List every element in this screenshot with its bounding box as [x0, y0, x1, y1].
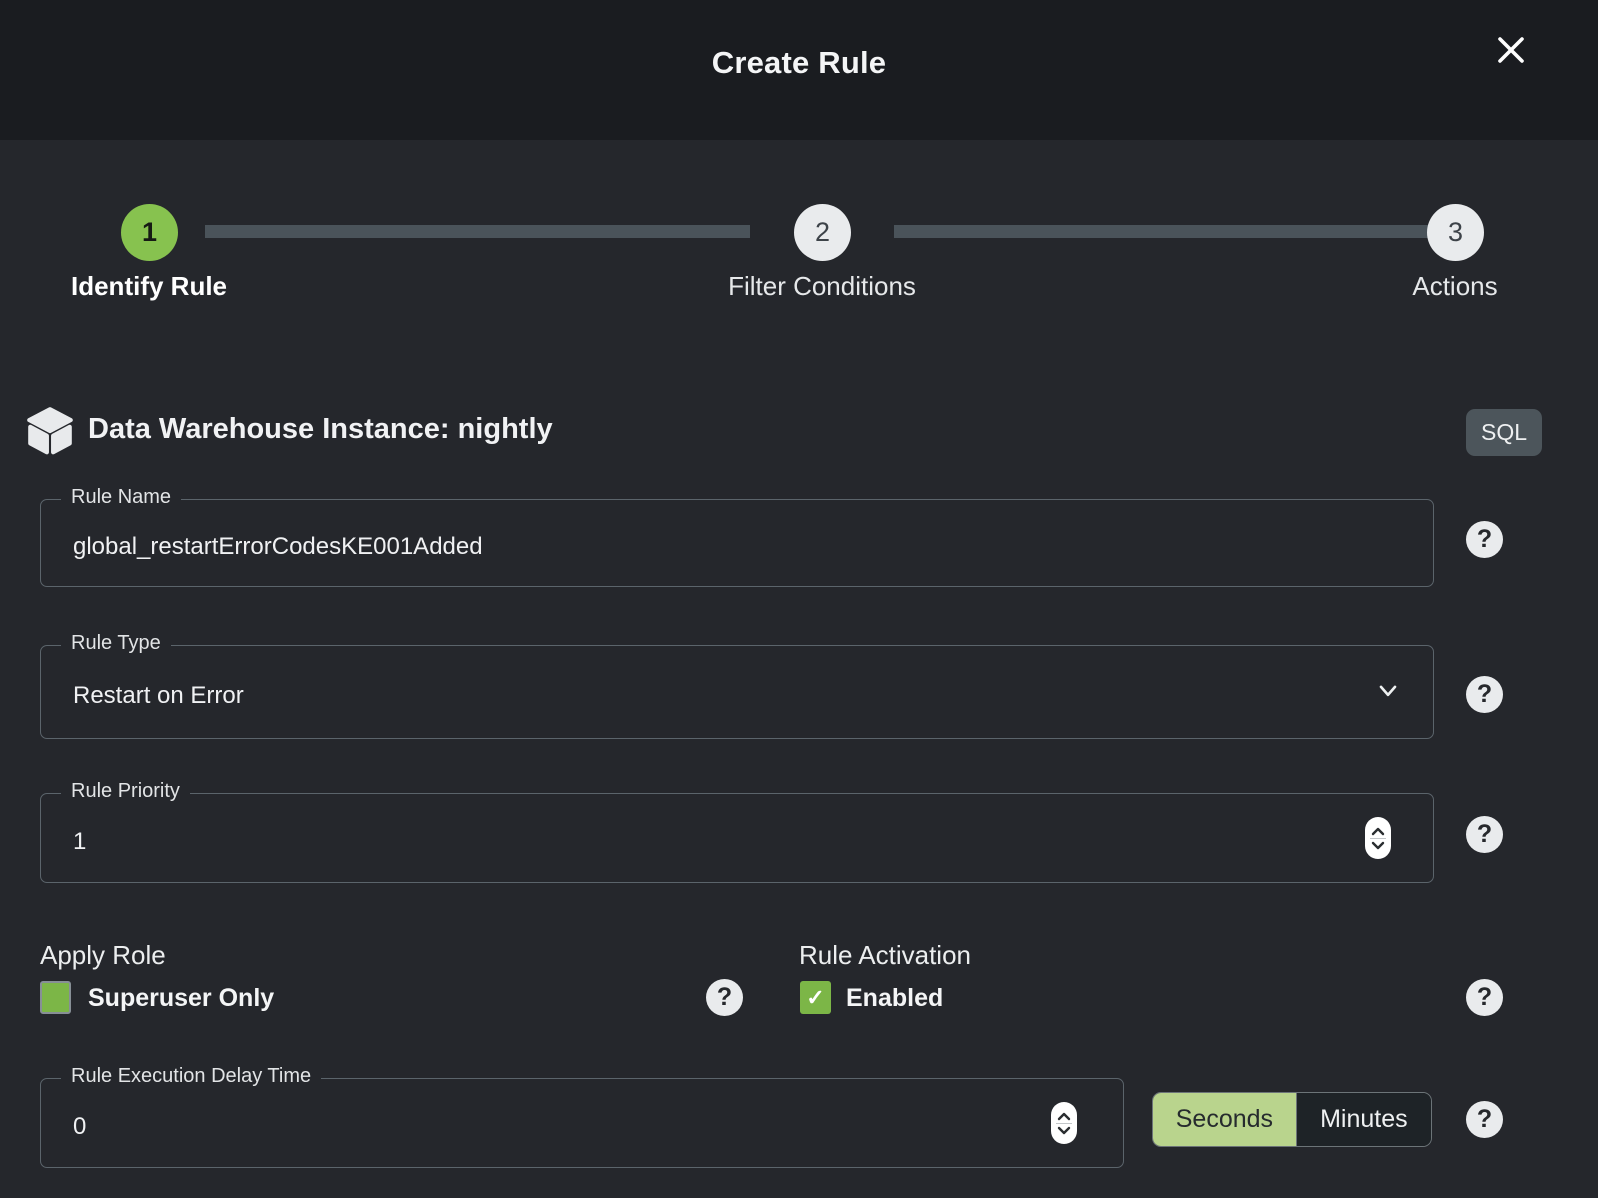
rule-activation-label: Rule Activation — [799, 940, 971, 971]
rule-type-label: Rule Type — [61, 632, 171, 655]
step-connector-1 — [205, 225, 750, 238]
step-2-circle[interactable]: 2 — [794, 204, 851, 261]
delay-time-label: Rule Execution Delay Time — [61, 1065, 321, 1088]
rule-priority-help-icon[interactable]: ? — [1466, 816, 1503, 853]
apply-role-label: Apply Role — [40, 940, 166, 971]
step-3-label: Actions — [1412, 271, 1497, 302]
stepper-up-icon — [1370, 826, 1386, 836]
check-icon: ✓ — [806, 987, 824, 1009]
delay-time-help-icon[interactable]: ? — [1466, 1101, 1503, 1138]
unit-minutes-button[interactable]: Minutes — [1296, 1093, 1431, 1146]
rule-name-label: Rule Name — [61, 486, 181, 509]
rule-name-input[interactable] — [41, 508, 1433, 586]
rule-type-value: Restart on Error — [41, 654, 1433, 738]
delay-time-input[interactable] — [41, 1087, 1123, 1167]
rule-type-help-icon[interactable]: ? — [1466, 676, 1503, 713]
create-rule-modal: Create Rule 1 Identify Rule 2 Filter Con… — [0, 0, 1598, 1198]
rule-activation-help-icon[interactable]: ? — [1466, 979, 1503, 1016]
step-1-circle[interactable]: 1 — [121, 204, 178, 261]
step-2-label: Filter Conditions — [728, 271, 916, 302]
rule-name-help-icon[interactable]: ? — [1466, 521, 1503, 558]
rule-priority-input[interactable] — [41, 802, 1433, 882]
rule-activation-option-label: Enabled — [846, 984, 943, 1013]
modal-header: Create Rule — [0, 0, 1598, 140]
rule-priority-label: Rule Priority — [61, 780, 190, 803]
rule-priority-field: Rule Priority — [40, 793, 1434, 883]
sql-button[interactable]: SQL — [1466, 409, 1542, 456]
warehouse-cube-icon — [23, 404, 77, 458]
instance-title: Data Warehouse Instance: nightly — [88, 413, 553, 446]
rule-type-select[interactable]: Rule Type Restart on Error — [40, 645, 1434, 739]
stepper-up-icon — [1056, 1111, 1072, 1121]
modal-title: Create Rule — [0, 0, 1598, 126]
apply-role-help-icon[interactable]: ? — [706, 979, 743, 1016]
apply-role-checkbox[interactable] — [40, 981, 71, 1014]
stepper-down-icon — [1056, 1126, 1072, 1136]
close-icon — [1491, 30, 1531, 73]
step-3-circle[interactable]: 3 — [1427, 204, 1484, 261]
delay-time-field: Rule Execution Delay Time — [40, 1078, 1124, 1168]
rule-priority-stepper[interactable] — [1365, 817, 1391, 859]
step-connector-2 — [894, 225, 1431, 238]
rule-name-field: Rule Name — [40, 499, 1434, 587]
close-button[interactable] — [1489, 29, 1533, 73]
delay-time-stepper[interactable] — [1051, 1102, 1077, 1144]
unit-seconds-button[interactable]: Seconds — [1153, 1093, 1296, 1146]
step-1-label: Identify Rule — [71, 271, 227, 302]
delay-unit-toggle: Seconds Minutes — [1152, 1092, 1432, 1147]
stepper-down-icon — [1370, 841, 1386, 851]
rule-activation-checkbox[interactable]: ✓ — [800, 981, 831, 1014]
chevron-down-icon — [1373, 676, 1403, 711]
apply-role-option-label: Superuser Only — [88, 984, 274, 1013]
